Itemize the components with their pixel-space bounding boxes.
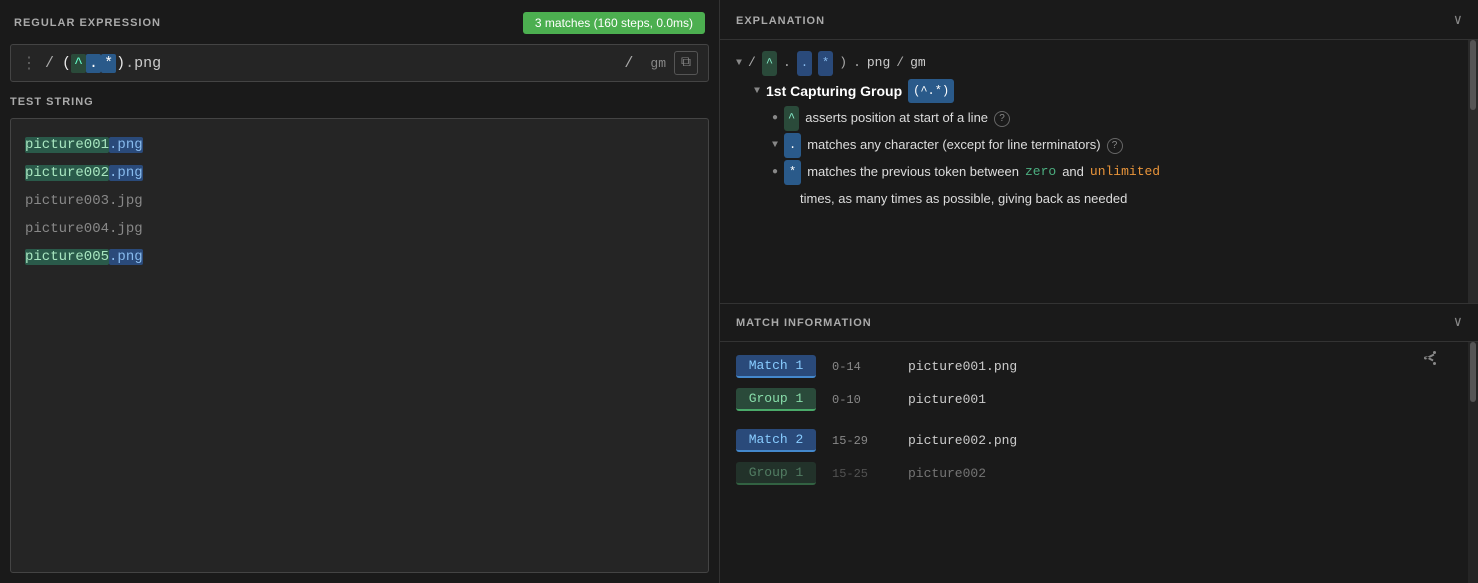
regex-star: * [101,54,116,73]
caret-help-icon[interactable]: ? [994,111,1010,127]
regex-paren-close: ) [116,55,125,72]
exp-capturing-group-row: ▼ 1st Capturing Group (^.*) [736,77,1462,106]
exp-capturing-group-code: (^.*) [908,79,954,104]
exp-caret-token: ^ [762,51,777,76]
group-2-value: picture002 [908,466,986,481]
explanation-tree: ▼ / ^..*).png / gm ▼ 1st Capturing Group… [736,50,1462,212]
explanation-content[interactable]: ▼ / ^..*).png / gm ▼ 1st Capturing Group… [720,40,1478,303]
match-1-row: Match 1 0-14 picture001.png [720,350,1478,383]
exp-star-zero: zero [1025,160,1056,185]
exp-star-unlimited: unlimited [1090,160,1160,185]
regex-dot-literal: . [125,55,134,72]
regex-png: png [134,55,161,72]
regex-slash-close: / [615,55,642,72]
explanation-scrollbar[interactable] [1468,40,1478,303]
exp-star-token2: * [818,51,833,76]
test-line-1: picture001.png [25,131,694,159]
explanation-header: EXPLANATION ∨ [720,0,1478,40]
left-panel: REGULAR EXPRESSION 3 matches (160 steps,… [0,0,720,583]
matches-badge: 3 matches (160 steps, 0.0ms) [523,12,705,34]
match-highlight-2-ext: .png [109,165,143,181]
exp-star-row2: times, as many times as possible, giving… [736,186,1462,213]
caret-bullet-icon: ● [772,109,778,128]
right-panel: EXPLANATION ∨ ▼ / ^..*).png / gm ▼ 1st C… [720,0,1478,583]
match-2-range: 15-29 [832,434,892,448]
exp-star-and: and [1062,160,1084,185]
match-info-scrollbar-thumb[interactable] [1470,342,1476,402]
regex-paren-open: ( [62,55,71,72]
match-info-section: MATCH INFORMATION ∨ Match 1 0-14 picture… [720,303,1478,583]
dot-help-icon[interactable]: ? [1107,138,1123,154]
match-info-header: MATCH INFORMATION ∨ [720,304,1478,342]
regex-slash-open: / [45,55,54,72]
match-2-row: Match 2 15-29 picture002.png [720,424,1478,457]
regex-caret: ^ [71,54,86,73]
exp-dot-row: ▼ . matches any character (except for li… [736,132,1462,159]
explanation-chevron-icon[interactable]: ∨ [1454,12,1462,29]
regex-section-title: REGULAR EXPRESSION [14,17,161,29]
left-header: REGULAR EXPRESSION 3 matches (160 steps,… [0,0,719,44]
root-arrow-icon[interactable]: ▼ [736,54,742,73]
match-highlight-5-group: picture005 [25,249,109,265]
match-divider-1 [720,416,1478,424]
exp-caret-token-small: ^ [784,106,799,131]
regex-dot: . [86,54,101,73]
exp-slash-open: / [748,51,756,76]
test-line-4: picture004.jpg [25,215,694,243]
exp-root-row: ▼ / ^..*).png / gm [736,50,1462,77]
exp-caret-desc: asserts position at start of a line [805,106,988,131]
match-highlight-5-ext: .png [109,249,143,265]
exp-capturing-group-label: 1st Capturing Group [766,78,902,105]
exp-flags: gm [910,51,926,76]
exp-caret-row: ● ^ asserts position at start of a line … [736,105,1462,132]
exp-dot-desc: matches any character (except for line t… [807,133,1100,158]
exp-star-desc-post: times, as many times as possible, giving… [800,187,1127,212]
exp-slash-close: / [896,51,904,76]
match-highlight-1-ext: .png [109,137,143,153]
match-1-label[interactable]: Match 1 [736,355,816,378]
group-2-row: Group 1 15-25 picture002 [720,457,1478,490]
match-highlight-2-group: picture002 [25,165,109,181]
dot-arrow-icon[interactable]: ▼ [772,136,778,155]
exp-dot-token: . [797,51,812,76]
exp-dot-token-small: . [784,133,801,158]
group-1-value: picture001 [908,392,986,407]
star-bullet-icon: ● [772,163,778,182]
test-string-area[interactable]: picture001.png picture002.png picture003… [10,118,709,573]
exp-star-row: ● * matches the previous token between z… [736,159,1462,186]
match-info-scrollbar[interactable] [1468,342,1478,583]
group-1-row: Group 1 0-10 picture001 [720,383,1478,416]
regex-menu-dots[interactable]: ⋮ [21,53,37,73]
match-1-range: 0-14 [832,360,892,374]
test-string-title: TEST STRING [10,90,709,108]
match-info-title: MATCH INFORMATION [736,317,872,329]
match-highlight-1-group: picture001 [25,137,109,153]
share-button[interactable] [1422,350,1438,371]
match-2-label[interactable]: Match 2 [736,429,816,452]
match-info-content[interactable]: Match 1 0-14 picture001.png Group 1 0-10… [720,342,1478,583]
explanation-title: EXPLANATION [736,15,825,27]
test-line-3: picture003.jpg [25,187,694,215]
regex-content[interactable]: (^.*).png [62,55,607,72]
test-string-section: TEST STRING picture001.png picture002.pn… [0,90,719,583]
regex-input-row[interactable]: ⋮ / (^.*).png / gm ⧉ [10,44,709,82]
regex-flags: gm [650,56,666,71]
group-2-label[interactable]: Group 1 [736,462,816,485]
match-2-value: picture002.png [908,433,1017,448]
explanation-scrollbar-thumb[interactable] [1470,40,1476,110]
exp-star-desc-pre: matches the previous token between [807,160,1019,185]
capturing-group-arrow-icon[interactable]: ▼ [754,82,760,101]
exp-star-token-small: * [784,160,801,185]
test-line-5: picture005.png [25,243,694,271]
group-1-range: 0-10 [832,393,892,407]
group-1-label[interactable]: Group 1 [736,388,816,411]
group-2-range: 15-25 [832,467,892,481]
match-info-chevron-icon[interactable]: ∨ [1454,314,1462,331]
test-line-2: picture002.png [25,159,694,187]
match-1-value: picture001.png [908,359,1017,374]
copy-button[interactable]: ⧉ [674,51,698,75]
